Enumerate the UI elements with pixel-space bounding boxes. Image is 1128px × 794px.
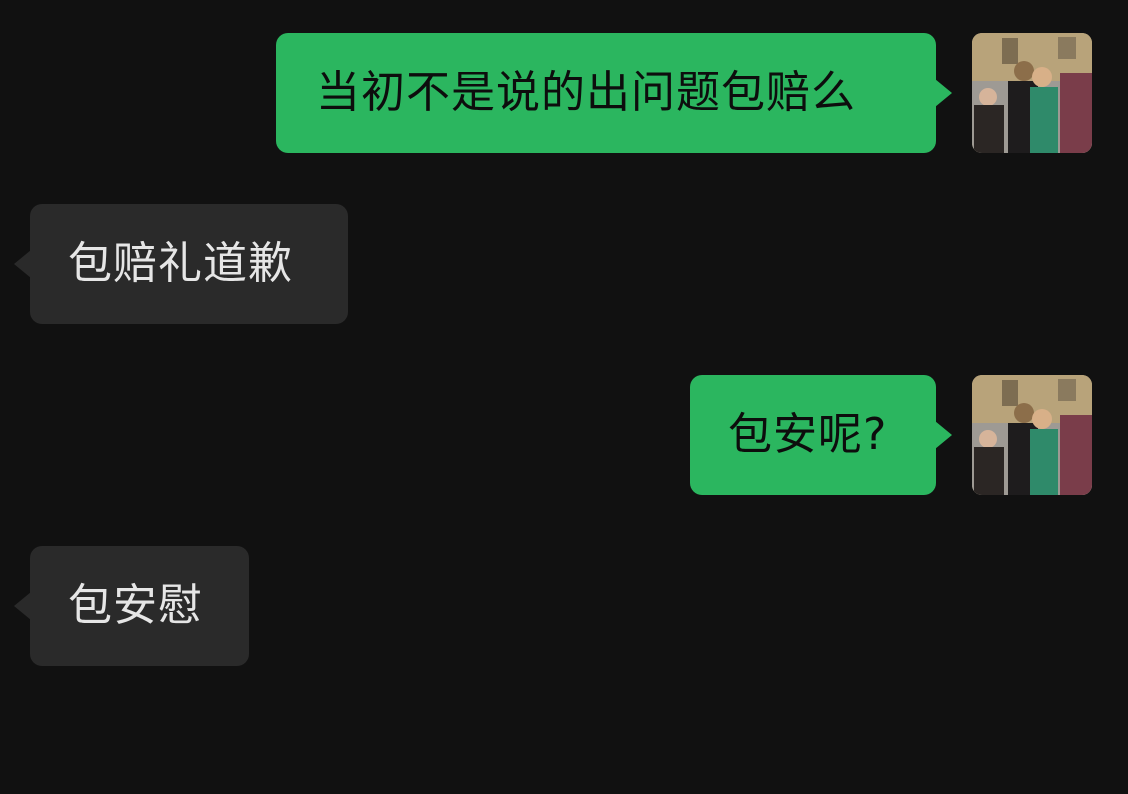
message-text: 当初不是说的出问题包赔么 bbox=[316, 67, 856, 118]
user-avatar[interactable] bbox=[972, 33, 1092, 153]
chat-conversation: 当初不是说的出问题包赔么 包赔礼道歉 包安呢? 包安慰 bbox=[0, 0, 1128, 794]
user-avatar[interactable] bbox=[972, 375, 1092, 495]
message-bubble-outgoing[interactable]: 包安呢? bbox=[690, 375, 952, 495]
message-text: 包安呢? bbox=[728, 409, 888, 460]
message-text: 包赔礼道歉 bbox=[68, 238, 293, 289]
message-bubble-incoming[interactable]: 包安慰 bbox=[14, 546, 249, 666]
user-avatar-image bbox=[972, 375, 1092, 495]
message-bubble-outgoing[interactable]: 当初不是说的出问题包赔么 bbox=[276, 33, 952, 153]
user-avatar-image bbox=[972, 33, 1092, 153]
message-bubble-incoming[interactable]: 包赔礼道歉 bbox=[14, 204, 348, 324]
message-text: 包安慰 bbox=[68, 580, 203, 631]
